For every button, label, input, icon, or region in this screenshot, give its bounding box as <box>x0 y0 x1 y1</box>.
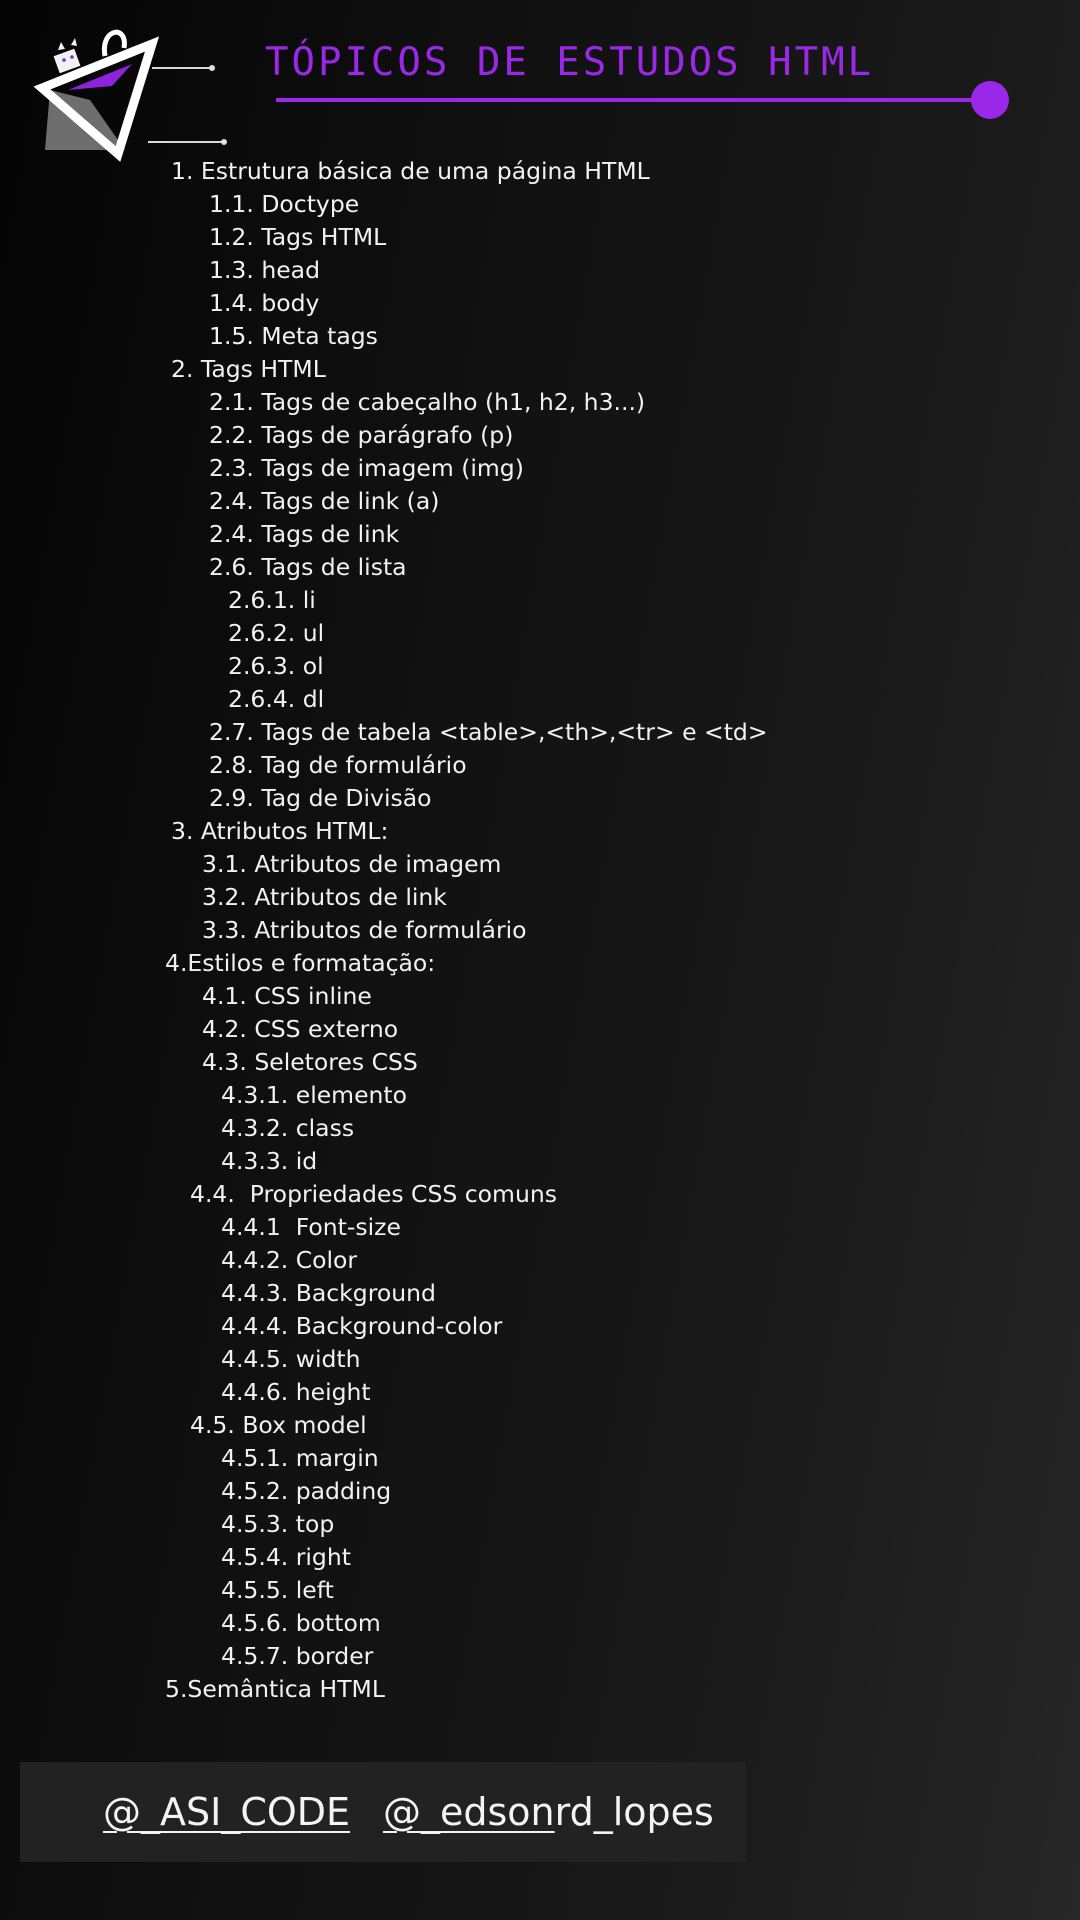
outline-item: 5.Semântica HTML <box>165 1675 385 1703</box>
outline-item: 4.5.7. border <box>221 1642 374 1670</box>
outline-item: 2.9. Tag de Divisão <box>209 784 432 812</box>
page-title: Tópicos de estudos HTML <box>265 40 875 85</box>
outline-item: 1. Estrutura básica de uma página HTML <box>171 157 650 185</box>
outline-item: 3.2. Atributos de link <box>202 883 447 911</box>
title-underline <box>276 98 988 102</box>
outline-item: 4.3. Seletores CSS <box>202 1048 418 1076</box>
outline-item: 4.5.6. bottom <box>221 1609 381 1637</box>
outline-item: 4.5.1. margin <box>221 1444 379 1472</box>
outline-item: 1.1. Doctype <box>209 190 360 218</box>
outline-item: 4.4.3. Background <box>221 1279 436 1307</box>
outline-item: 4.Estilos e formatação: <box>165 949 436 977</box>
handle-edsonrd-lopes-underlined-part: @_edson <box>383 1790 555 1834</box>
outline-item: 4.5.2. padding <box>221 1477 392 1505</box>
outline-item: 1.3. head <box>209 256 320 284</box>
outline-item: 4.4.2. Color <box>221 1246 358 1274</box>
outline-item: 4.4.6. height <box>221 1378 371 1406</box>
title-dot <box>971 81 1009 119</box>
handle-edsonrd-lopes-rest: rd_lopes <box>554 1790 714 1834</box>
outline-item: 2.7. Tags de tabela <table>,<th>,<tr> e … <box>209 718 768 746</box>
outline-item: 2.8. Tag de formulário <box>209 751 467 779</box>
outline-item: 4.2. CSS externo <box>202 1015 399 1043</box>
outline-item: 2.3. Tags de imagem (img) <box>209 454 524 482</box>
outline-item: 4.4. Propriedades CSS comuns <box>190 1180 557 1208</box>
outline-item: 1.4. body <box>209 289 320 317</box>
outline-item: 4.4.5. width <box>221 1345 361 1373</box>
outline-item: 3. Atributos HTML: <box>171 817 389 845</box>
outline-item: 2. Tags HTML <box>171 355 326 383</box>
handle-asi-code-link[interactable]: @_ASI_CODE <box>103 1788 350 1836</box>
outline-item: 1.2. Tags HTML <box>209 223 387 251</box>
outline-item: 2.6.2. ul <box>228 619 325 647</box>
outline-item: 2.6.1. li <box>228 586 316 614</box>
outline-item: 4.5.3. top <box>221 1510 335 1538</box>
outline-item: 4.1. CSS inline <box>202 982 372 1010</box>
outline-item: 3.3. Atributos de formulário <box>202 916 527 944</box>
outline-item: 2.6. Tags de lista <box>209 553 407 581</box>
outline-item: 4.4.1 Font-size <box>221 1213 401 1241</box>
outline-item: 4.4.4. Background-color <box>221 1312 503 1340</box>
outline-item: 2.6.4. dl <box>228 685 325 713</box>
outline-item: 4.5.5. left <box>221 1576 334 1604</box>
outline-item: 4.3.1. elemento <box>221 1081 408 1109</box>
outline-item: 2.4. Tags de link <box>209 520 400 548</box>
footer-bar: @_ASI_CODE @_edsonrd_lopes <box>20 1762 746 1862</box>
outline-item: 2.2. Tags de parágrafo (p) <box>209 421 514 449</box>
outline-item: 4.3.2. class <box>221 1114 355 1142</box>
outline-item: 2.4. Tags de link (a) <box>209 487 440 515</box>
outline-item: 4.3.3. id <box>221 1147 318 1175</box>
outline-item: 4.5.4. right <box>221 1543 351 1571</box>
outline-item: 2.1. Tags de cabeçalho (h1, h2, h3...) <box>209 388 646 416</box>
handle-edsonrd-lopes-link[interactable]: @_edsonrd_lopes <box>383 1788 714 1836</box>
outline-item: 3.1. Atributos de imagem <box>202 850 502 878</box>
outline-item: 4.5. Box model <box>190 1411 367 1439</box>
outline-item: 1.5. Meta tags <box>209 322 378 350</box>
outline-item: 2.6.3. ol <box>228 652 324 680</box>
shopping-bag-triangle-logo-icon <box>33 29 227 162</box>
